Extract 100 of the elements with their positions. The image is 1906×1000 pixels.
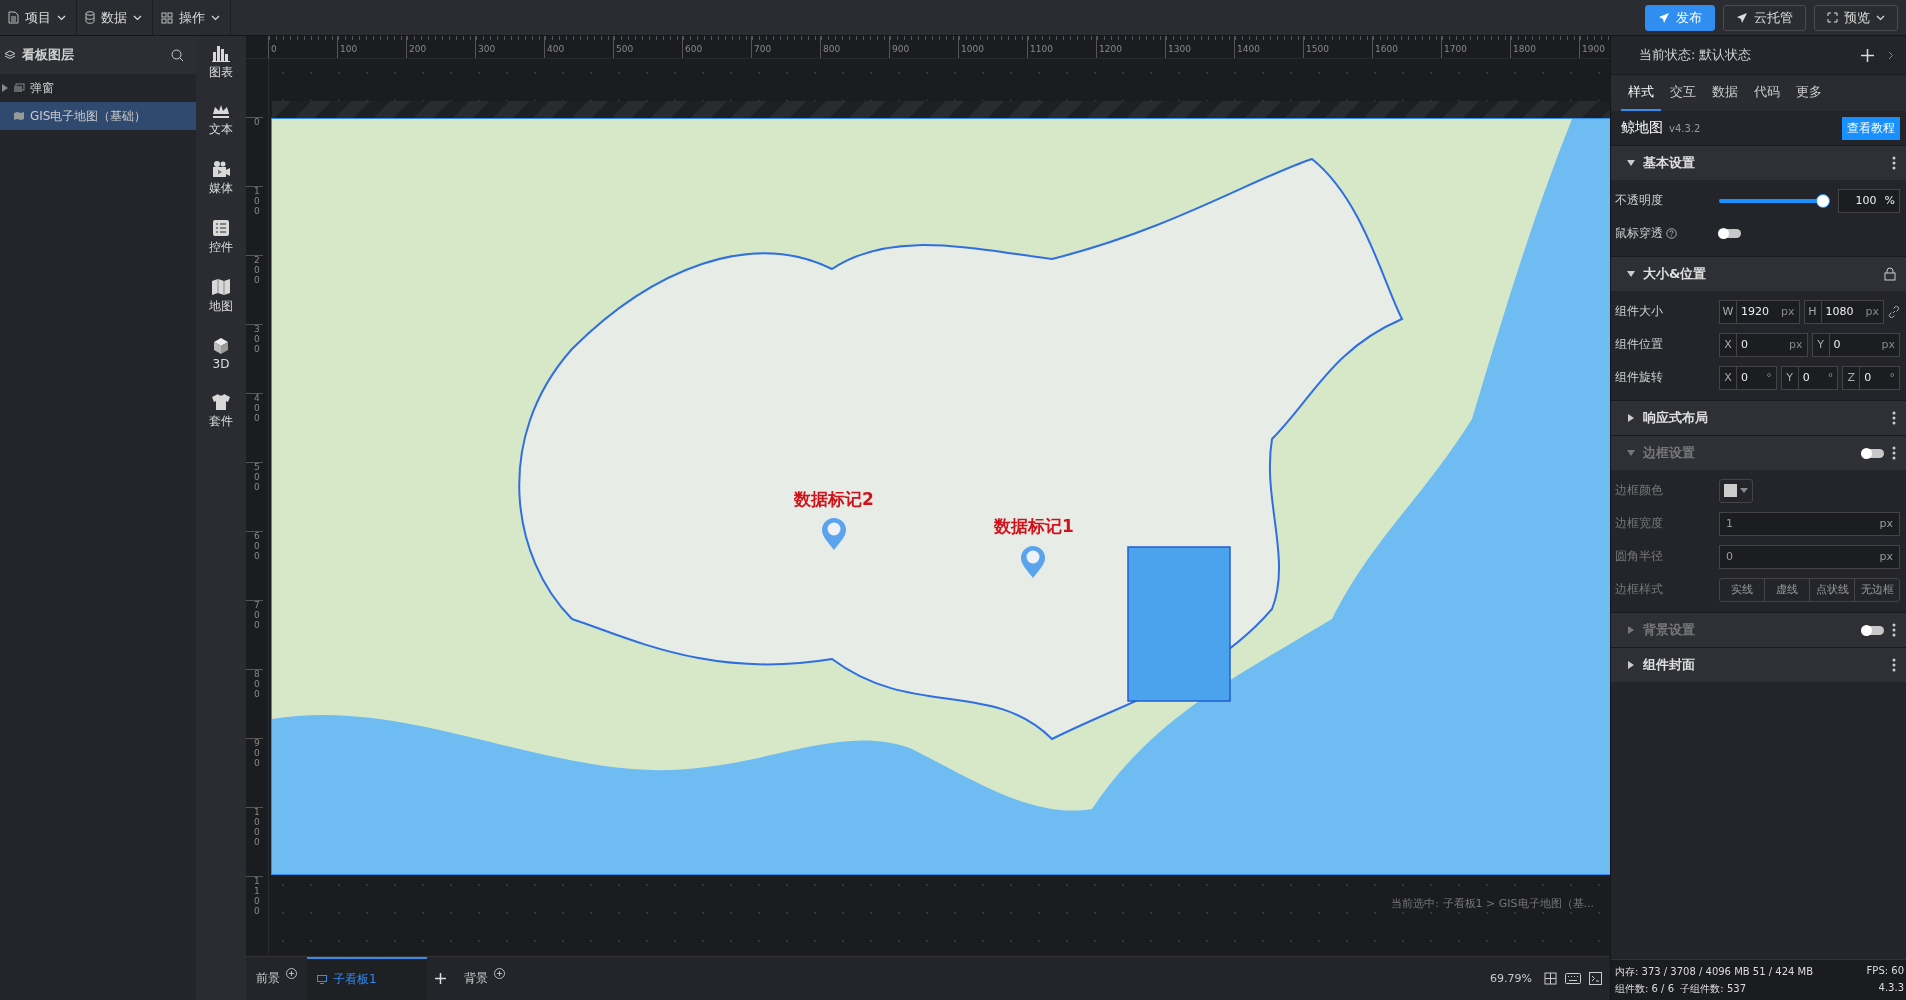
ruler-label: 1000 xyxy=(246,807,263,876)
section-header[interactable]: 响应式布局 xyxy=(1611,401,1906,435)
ruler-label: 700 xyxy=(246,600,263,669)
link-icon[interactable] xyxy=(1888,305,1900,318)
ruler-label: 900 xyxy=(246,738,263,807)
crown-icon xyxy=(211,103,231,119)
panel-tab[interactable]: 样式 xyxy=(1621,75,1661,111)
grid-icon xyxy=(161,11,173,24)
ruler-label: 300 xyxy=(246,324,263,393)
zoom-level: 69.79% xyxy=(1490,972,1532,985)
menu-button[interactable]: 项目 xyxy=(0,0,77,36)
field-label: 组件位置 xyxy=(1615,336,1663,353)
fullscreen-icon xyxy=(1827,12,1838,23)
board-tab[interactable]: 子看板1 xyxy=(307,957,427,1000)
number-input[interactable]: Y 0 ° xyxy=(1780,365,1839,390)
field-label: 鼠标穿透 xyxy=(1615,225,1663,242)
more-icon[interactable] xyxy=(1892,411,1896,425)
field-label: 边框样式 xyxy=(1615,581,1663,598)
monitor-icon xyxy=(317,975,327,984)
opacity-slider[interactable] xyxy=(1719,193,1831,208)
panel-tab[interactable]: 更多 xyxy=(1789,75,1829,111)
color-picker[interactable] xyxy=(1719,478,1753,503)
preview-button[interactable]: 预览 xyxy=(1814,4,1898,31)
toggle-switch[interactable] xyxy=(1719,229,1741,238)
component-version: v4.3.2 xyxy=(1669,122,1702,134)
toolbar-button[interactable]: 媒体 xyxy=(209,160,233,197)
more-icon[interactable] xyxy=(1892,156,1896,170)
fit-screen-icon[interactable] xyxy=(1544,972,1557,985)
field-label: 不透明度 xyxy=(1615,192,1663,209)
add-circle-icon xyxy=(286,968,297,979)
more-icon[interactable] xyxy=(1892,658,1896,672)
plus-icon xyxy=(435,973,446,984)
document-icon xyxy=(8,11,19,24)
layers-icon xyxy=(4,49,16,61)
panel-tab[interactable]: 交互 xyxy=(1663,75,1703,111)
number-input[interactable]: X 0 ° xyxy=(1719,365,1777,390)
panel-tab[interactable]: 代码 xyxy=(1747,75,1787,111)
section-header[interactable]: 大小&位置 xyxy=(1611,257,1906,291)
field-label: 组件大小 xyxy=(1615,303,1663,320)
search-icon[interactable] xyxy=(171,48,184,62)
number-input[interactable]: H 1080 px xyxy=(1803,299,1884,324)
toolbar-button[interactable]: 套件 xyxy=(209,393,233,430)
menu-button[interactable]: 数据 xyxy=(77,0,153,36)
cloud-button[interactable]: 云托管 xyxy=(1723,4,1806,31)
send-icon xyxy=(1658,11,1670,24)
component-count: 组件数: 6 / 6 xyxy=(1615,983,1674,994)
caret-icon xyxy=(133,14,142,21)
subcomponent-count: 子组件数: 537 xyxy=(1680,983,1746,994)
database-icon xyxy=(85,11,95,24)
terminal-icon[interactable] xyxy=(1589,972,1602,985)
ruler-label: 600 xyxy=(246,531,263,600)
layer-tab[interactable]: 背景 xyxy=(454,957,515,1000)
version-label: 4.3.3 xyxy=(1877,982,1904,995)
toolbar-button[interactable]: 控件 xyxy=(209,219,233,256)
add-circle-icon xyxy=(494,968,505,979)
fps-counter: FPS: 60 xyxy=(1866,965,1904,978)
keyboard-icon[interactable] xyxy=(1565,973,1581,984)
toolbar-button[interactable]: 3D xyxy=(212,337,230,371)
cube-icon xyxy=(212,337,230,355)
form-icon xyxy=(211,219,231,237)
number-input[interactable]: W 1920 px xyxy=(1719,299,1800,324)
layer-item[interactable]: 弹窗 xyxy=(0,74,196,102)
expand-arrow-icon xyxy=(1627,270,1635,278)
ruler-label: 1100 xyxy=(246,876,263,945)
expand-arrow-icon[interactable] xyxy=(2,84,8,92)
map-icon xyxy=(211,278,231,296)
number-input[interactable]: X 0 px xyxy=(1719,332,1808,357)
ruler-label: 0 xyxy=(246,117,263,186)
caret-icon xyxy=(1876,14,1885,21)
lock-icon[interactable] xyxy=(1884,267,1896,281)
toolbar-button[interactable]: 文本 xyxy=(209,103,233,138)
expand-arrow-icon xyxy=(1627,159,1635,167)
panel-tab[interactable]: 数据 xyxy=(1705,75,1745,111)
expand-arrow-icon xyxy=(1627,449,1635,457)
section-header[interactable]: 组件封面 xyxy=(1611,648,1906,682)
number-input[interactable]: Y 0 px xyxy=(1811,332,1900,357)
number-input[interactable]: Z 0 ° xyxy=(1842,365,1900,390)
menu-button[interactable]: 操作 xyxy=(153,0,231,36)
chevron-right-icon[interactable] xyxy=(1888,50,1894,60)
selection-path: 当前选中: 子看板1 > GIS电子地图（基... xyxy=(1390,896,1595,911)
memory-usage: 内存: 373 / 3708 / 4096 MB 51 / 424 MB xyxy=(1615,965,1815,979)
component-name: 鲸地图 xyxy=(1621,119,1663,137)
layer-tab[interactable]: 前景 xyxy=(246,957,307,1000)
toolbar-button[interactable]: 地图 xyxy=(209,278,233,315)
toolbar-button[interactable]: 图表 xyxy=(209,44,233,81)
ruler-label: 100 xyxy=(246,186,263,255)
field-label: 边框颜色 xyxy=(1615,482,1663,499)
opacity-input[interactable]: 100 % xyxy=(1838,188,1900,213)
state-value: 默认状态 xyxy=(1699,46,1752,64)
caret-icon xyxy=(1740,488,1748,493)
field-label: 边框宽度 xyxy=(1615,515,1663,532)
plus-icon[interactable] xyxy=(1861,48,1874,62)
layer-item[interactable]: GIS电子地图（基础） xyxy=(0,102,196,130)
slider-thumb[interactable] xyxy=(1816,193,1831,208)
expand-arrow-icon xyxy=(1627,661,1635,669)
section-header[interactable]: 基本设置 xyxy=(1611,146,1906,180)
panel-title: 看板图层 xyxy=(22,46,75,64)
window-icon xyxy=(13,83,25,93)
ruler-label: 800 xyxy=(246,669,263,738)
video-camera-icon xyxy=(211,160,231,178)
